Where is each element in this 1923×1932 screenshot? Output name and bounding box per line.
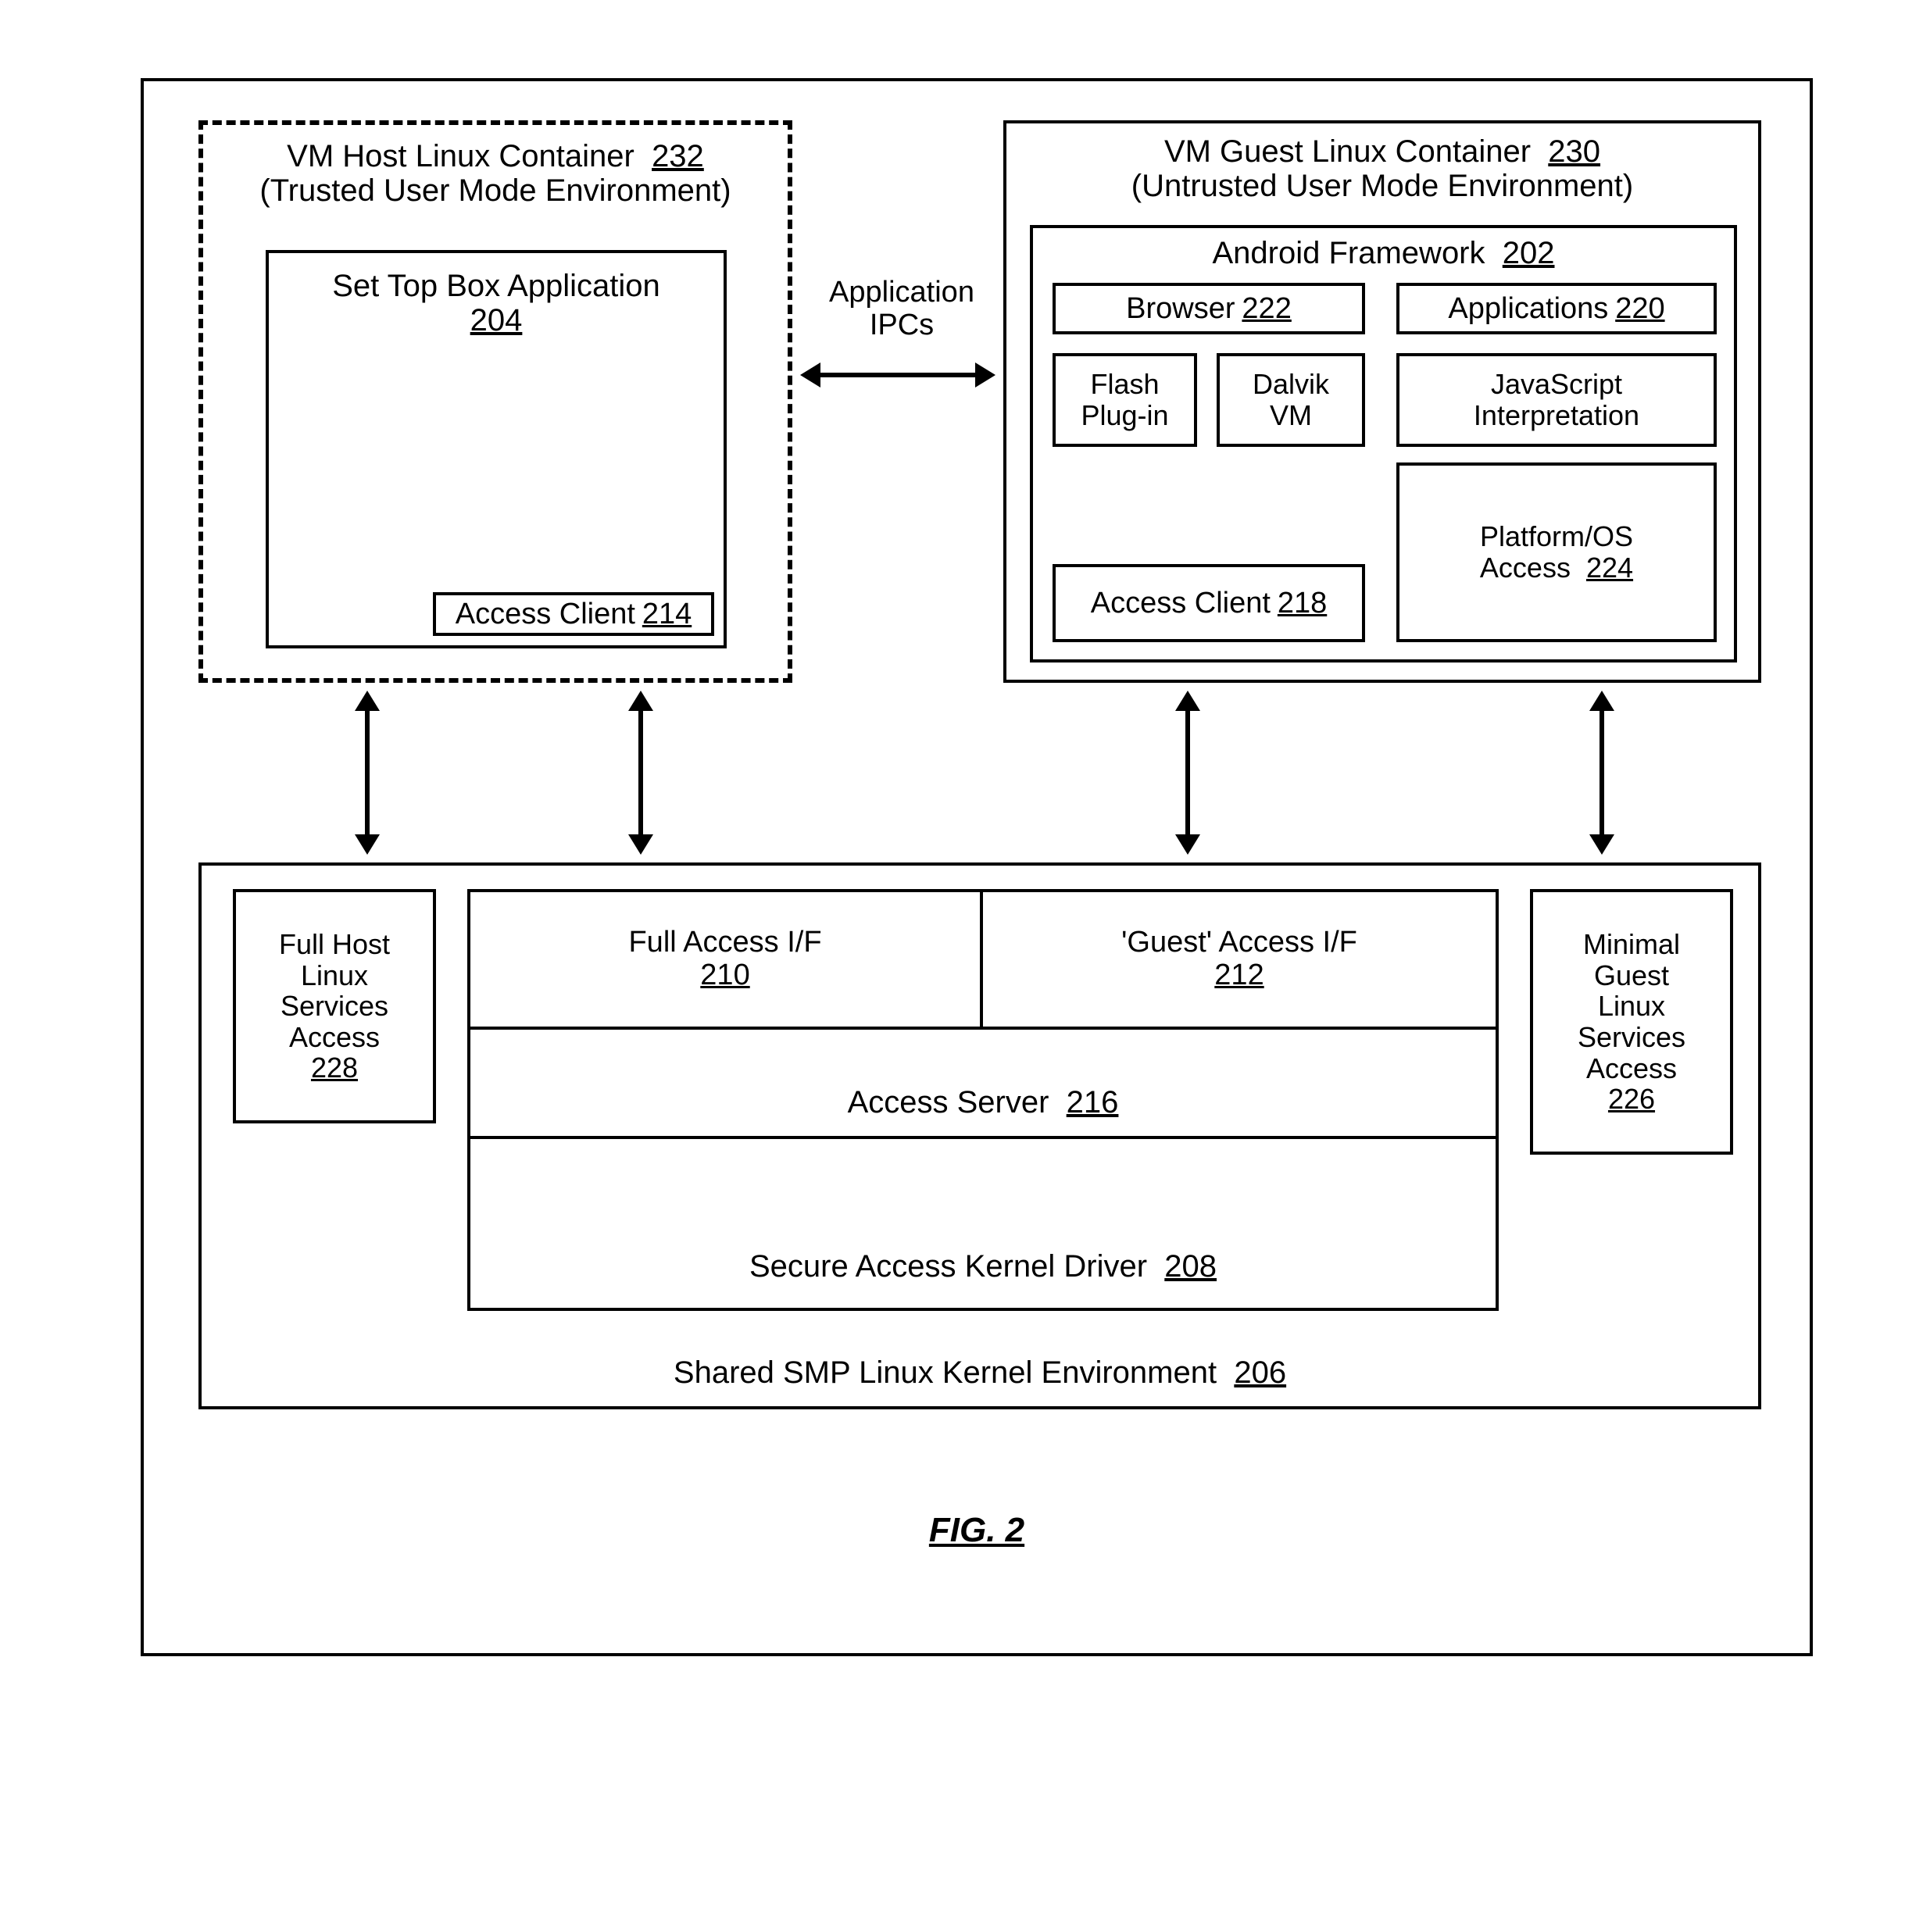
arrow-guest-services xyxy=(1589,691,1614,855)
flash-l2: Plug-in xyxy=(1081,400,1168,431)
js-l2: Interpretation xyxy=(1474,400,1639,431)
fai-label: Full Access I/F xyxy=(628,927,821,959)
arrow-head-up-icon xyxy=(628,691,653,711)
guest-access-if: 'Guest' Access I/F 212 xyxy=(980,889,1499,1030)
kernel-env-label: Shared SMP Linux Kernel Environment xyxy=(674,1355,1217,1390)
secure-driver-ref: 208 xyxy=(1164,1249,1217,1284)
plat-l1: Platform/OS xyxy=(1480,521,1633,552)
arrow-head-down-icon xyxy=(355,834,380,855)
plat-l2: Access xyxy=(1480,552,1571,584)
applications-box: Applications 220 xyxy=(1396,283,1717,334)
access-server: Access Server 216 Full Access I/F 210 'G… xyxy=(467,889,1499,1139)
arrow-head-up-icon xyxy=(1175,691,1200,711)
stb-title: Set Top Box Application xyxy=(332,269,660,303)
access-client-host-ref: 214 xyxy=(642,598,692,631)
fhs-l1: Full Host xyxy=(279,929,390,960)
ipc-l2: IPCs xyxy=(870,309,934,342)
arrow-head-down-icon xyxy=(1589,834,1614,855)
arrow-head-down-icon xyxy=(1175,834,1200,855)
arrow-shaft xyxy=(820,373,975,377)
figure-caption: FIG. 2 xyxy=(144,1511,1810,1550)
arrow-head-up-icon xyxy=(355,691,380,711)
dalvik-l1: Dalvik xyxy=(1253,369,1329,400)
arrow-head-right-icon xyxy=(975,362,995,387)
stb-application: Set Top Box Application 204 Access Clien… xyxy=(266,250,727,648)
kernel-env-ref: 206 xyxy=(1234,1355,1286,1390)
access-client-guest-label: Access Client xyxy=(1091,587,1271,620)
gai-ref: 212 xyxy=(1214,959,1264,992)
arrow-head-left-icon xyxy=(800,362,820,387)
android-fw-ref: 202 xyxy=(1503,236,1555,270)
browser-label: Browser xyxy=(1126,292,1235,326)
mgs-ref: 226 xyxy=(1608,1084,1655,1115)
plat-ref: 224 xyxy=(1586,552,1633,584)
vm-guest-container: VM Guest Linux Container 230 (Untrusted … xyxy=(1003,120,1761,683)
guest-title: VM Guest Linux Container xyxy=(1164,134,1531,169)
dalvik-l2: VM xyxy=(1270,400,1312,431)
diagram-frame: VM Host Linux Container 232 (Trusted Use… xyxy=(141,78,1813,1656)
arrow-head-down-icon xyxy=(628,834,653,855)
host-subtitle: (Trusted User Mode Environment) xyxy=(259,173,731,208)
mgs-l1: Minimal xyxy=(1583,929,1680,960)
figure-label: FIG. 2 xyxy=(929,1511,1024,1549)
fhs-l4: Access xyxy=(289,1022,380,1053)
browser-ref: 222 xyxy=(1242,292,1291,326)
mgs-l2: Guest xyxy=(1594,960,1669,991)
application-ipcs-label: Application IPCs xyxy=(816,277,988,342)
arrow-guest-access xyxy=(1175,691,1200,855)
fhs-ref: 228 xyxy=(311,1052,358,1084)
platform-os-access: Platform/OS Access 224 xyxy=(1396,462,1717,642)
mgs-l3: Linux xyxy=(1598,991,1665,1022)
android-framework: Android Framework 202 Browser 222 Applic… xyxy=(1030,225,1737,662)
mgs-l4: Services xyxy=(1578,1022,1685,1053)
secure-access-kernel-driver: Secure Access Kernel Driver 208 Access S… xyxy=(467,889,1499,1311)
arrow-app-ipcs xyxy=(800,362,995,387)
android-fw-label: Android Framework xyxy=(1213,236,1485,270)
minimal-guest-services: Minimal Guest Linux Services Access 226 xyxy=(1530,889,1733,1155)
arrow-head-up-icon xyxy=(1589,691,1614,711)
access-server-label: Access Server xyxy=(848,1085,1049,1120)
flash-plugin: Flash Plug-in xyxy=(1053,353,1197,447)
host-title: VM Host Linux Container xyxy=(287,139,634,173)
flash-l1: Flash xyxy=(1090,369,1159,400)
shared-kernel-environment: Full Host Linux Services Access 228 Mini… xyxy=(198,862,1761,1409)
access-server-ref: 216 xyxy=(1067,1085,1119,1120)
guest-ref: 230 xyxy=(1548,134,1600,169)
browser-box: Browser 222 xyxy=(1053,283,1365,334)
javascript-interpretation: JavaScript Interpretation xyxy=(1396,353,1717,447)
access-client-guest-ref: 218 xyxy=(1278,587,1327,620)
mgs-l5: Access xyxy=(1586,1053,1677,1084)
applications-label: Applications xyxy=(1448,292,1608,326)
access-client-host-label: Access Client xyxy=(456,598,635,631)
arrow-full-access xyxy=(628,691,653,855)
dalvik-vm: Dalvik VM xyxy=(1217,353,1365,447)
stb-ref: 204 xyxy=(470,303,523,337)
access-client-guest: Access Client 218 xyxy=(1053,564,1365,642)
guest-subtitle: (Untrusted User Mode Environment) xyxy=(1131,169,1633,203)
secure-driver-label: Secure Access Kernel Driver xyxy=(749,1249,1147,1284)
full-host-services: Full Host Linux Services Access 228 xyxy=(233,889,436,1123)
fai-ref: 210 xyxy=(700,959,749,992)
ipc-l1: Application xyxy=(829,277,974,309)
access-client-host: Access Client 214 xyxy=(433,592,714,636)
arrow-host-services xyxy=(355,691,380,855)
host-ref: 232 xyxy=(652,139,704,173)
js-l1: JavaScript xyxy=(1491,369,1622,400)
fhs-l2: Linux xyxy=(301,960,368,991)
gai-label: 'Guest' Access I/F xyxy=(1121,927,1357,959)
fhs-l3: Services xyxy=(281,991,388,1022)
full-access-if: Full Access I/F 210 xyxy=(467,889,983,1030)
vm-host-container: VM Host Linux Container 232 (Trusted Use… xyxy=(198,120,792,683)
applications-ref: 220 xyxy=(1615,292,1664,326)
